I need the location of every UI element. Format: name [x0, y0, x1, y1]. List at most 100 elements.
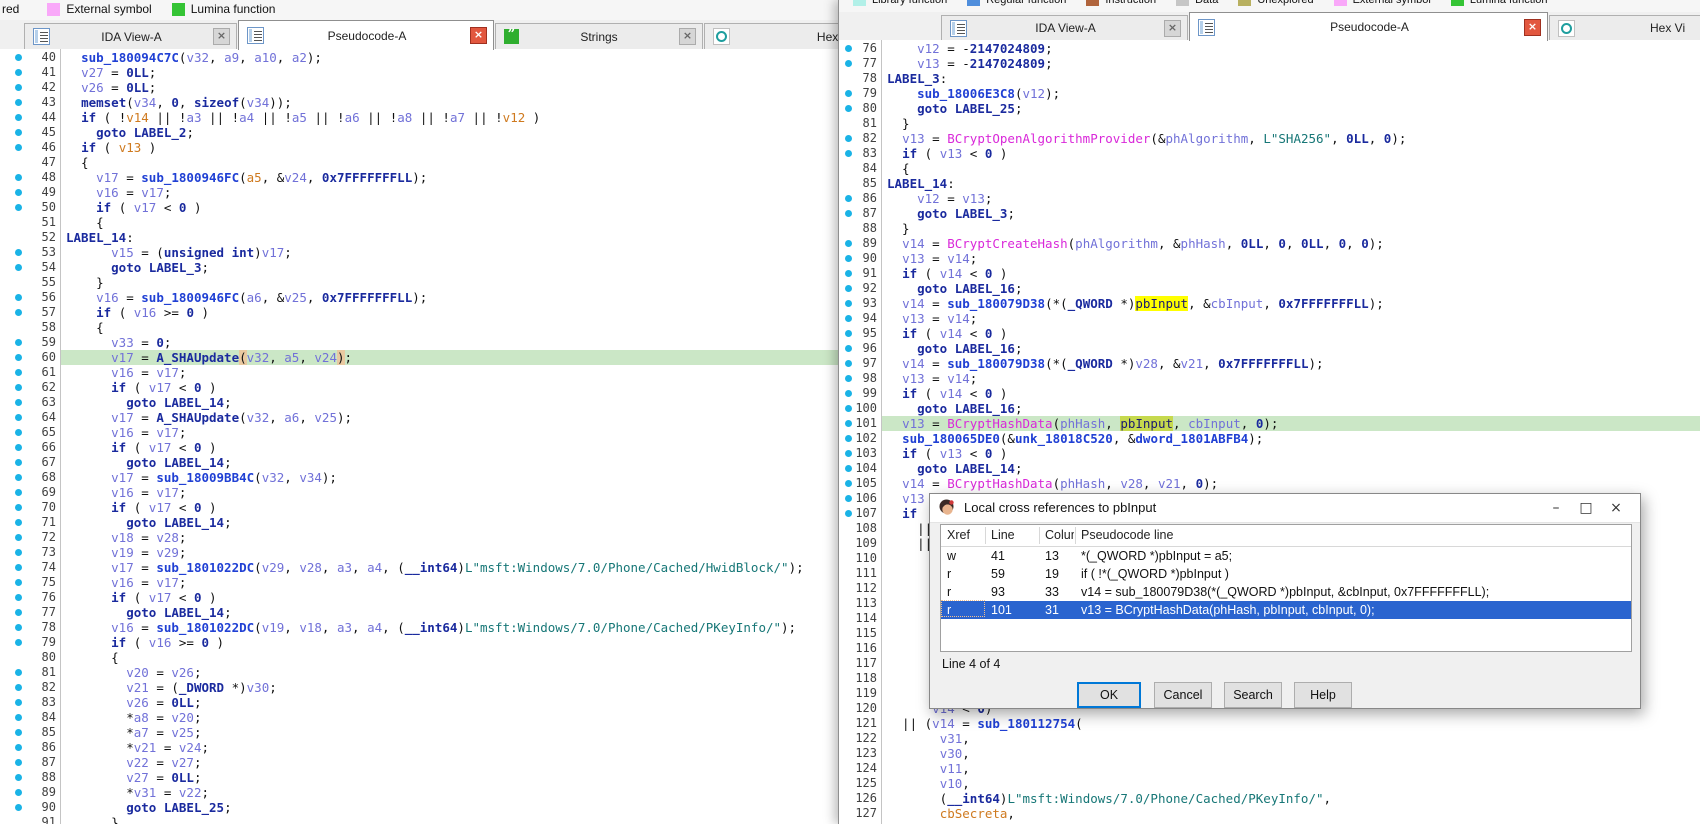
line-marker-dot-icon[interactable] — [15, 249, 22, 256]
line-marker-dot-icon[interactable] — [15, 534, 22, 541]
code-line[interactable]: 92 goto LABEL_16; — [839, 281, 1700, 296]
code-line[interactable]: 89 v14 = BCryptCreateHash(phAlgorithm, &… — [839, 236, 1700, 251]
code-text[interactable]: v26 = 0LL; — [66, 80, 156, 95]
code-text[interactable]: } — [887, 221, 910, 236]
code-text[interactable]: memset(v34, 0, sizeof(v34)); — [66, 95, 292, 110]
code-line[interactable]: 103 if ( v13 < 0 ) — [839, 446, 1700, 461]
code-text[interactable]: sub_18006E3C8(v12); — [887, 86, 1060, 101]
code-text[interactable]: cbSecreta, — [887, 806, 1015, 821]
code-line[interactable]: 51 { — [0, 215, 838, 230]
code-text[interactable]: if ( v14 < 0 ) — [887, 326, 1007, 341]
maximize-icon[interactable]: □ — [1575, 498, 1597, 518]
code-text[interactable]: if ( v16 >= 0 ) — [66, 305, 209, 320]
code-text[interactable]: v14 = BCryptCreateHash(phAlgorithm, &phH… — [887, 236, 1384, 251]
line-marker-dot-icon[interactable] — [15, 459, 22, 466]
line-marker-dot-icon[interactable] — [15, 114, 22, 121]
line-marker-dot-icon[interactable] — [15, 789, 22, 796]
tab-pseudocode-a[interactable]: Pseudocode-A× — [238, 20, 494, 50]
code-text[interactable]: *a7 = v25; — [66, 725, 201, 740]
search-button[interactable]: Search — [1224, 682, 1282, 708]
tab-hex-view-1[interactable]: Hex View-1 — [704, 23, 838, 49]
code-text[interactable]: if ( v17 < 0 ) — [66, 500, 217, 515]
code-text[interactable]: goto LABEL_14; — [66, 395, 232, 410]
line-marker-dot-icon[interactable] — [15, 369, 22, 376]
code-line[interactable]: 59 v33 = 0; — [0, 335, 838, 350]
code-text[interactable]: *a8 = v20; — [66, 710, 201, 725]
code-text[interactable]: v13 = v14; — [887, 251, 977, 266]
code-text[interactable]: v10, — [887, 776, 970, 791]
code-text[interactable]: v13 = v14; — [887, 311, 977, 326]
code-line[interactable]: 60 v17 = A_SHAUpdate(v32, a5, v24); — [0, 350, 838, 365]
code-line[interactable]: 55 } — [0, 275, 838, 290]
tab-strings[interactable]: ”Strings× — [495, 23, 703, 49]
tab-hex-vi[interactable]: Hex Vi — [1549, 15, 1700, 40]
code-text[interactable]: { — [66, 215, 104, 230]
code-text[interactable]: if ( v16 >= 0 ) — [66, 635, 224, 650]
code-text[interactable]: goto LABEL_14; — [66, 515, 232, 530]
code-text[interactable]: v16 = sub_1801022DC(v19, v18, a3, a4, (_… — [66, 620, 796, 635]
code-line[interactable]: 99 if ( v14 < 0 ) — [839, 386, 1700, 401]
code-text[interactable]: v12 = -2147024809; — [887, 41, 1053, 56]
code-line[interactable]: 40 sub_180094C7C(v32, a9, a10, a2); — [0, 50, 838, 65]
code-line[interactable]: 79 if ( v16 >= 0 ) — [0, 635, 838, 650]
code-text[interactable]: v11, — [887, 761, 970, 776]
code-line[interactable]: 78 v16 = sub_1801022DC(v19, v18, a3, a4,… — [0, 620, 838, 635]
code-line[interactable]: 102 sub_180065DE0(&unk_18018C520, &dword… — [839, 431, 1700, 446]
column-header-line[interactable]: Line — [991, 525, 1035, 546]
code-text[interactable]: goto LABEL_3; — [66, 260, 209, 275]
code-line[interactable]: 43 memset(v34, 0, sizeof(v34)); — [0, 95, 838, 110]
code-line[interactable]: 71 goto LABEL_14; — [0, 515, 838, 530]
line-marker-dot-icon[interactable] — [15, 699, 22, 706]
code-line[interactable]: 75 v16 = v17; — [0, 575, 838, 590]
code-line[interactable]: 77 goto LABEL_14; — [0, 605, 838, 620]
code-line[interactable]: 48 v17 = sub_1800946FC(a5, &v24, 0x7FFFF… — [0, 170, 838, 185]
code-text[interactable]: v16 = v17; — [66, 365, 186, 380]
code-text[interactable]: v13 = v14; — [887, 371, 977, 386]
code-text[interactable]: v14 = BCryptHashData(phHash, v28, v21, 0… — [887, 476, 1218, 491]
code-text[interactable]: goto LABEL_25; — [887, 101, 1023, 116]
line-marker-dot-icon[interactable] — [15, 474, 22, 481]
code-text[interactable]: } — [887, 116, 910, 131]
code-text[interactable]: goto LABEL_2; — [66, 125, 194, 140]
code-line[interactable]: 91 if ( v14 < 0 ) — [839, 266, 1700, 281]
code-text[interactable]: v27 = 0LL; — [66, 770, 201, 785]
code-line[interactable]: 104 goto LABEL_14; — [839, 461, 1700, 476]
code-text[interactable]: *v21 = v24; — [66, 740, 209, 755]
code-line[interactable]: 69 v16 = v17; — [0, 485, 838, 500]
code-text[interactable]: v22 = v27; — [66, 755, 201, 770]
code-line[interactable]: 54 goto LABEL_3; — [0, 260, 838, 275]
code-line[interactable]: 49 v16 = v17; — [0, 185, 838, 200]
minimize-icon[interactable]: – — [1545, 498, 1567, 518]
code-line[interactable]: 91 } — [0, 815, 838, 824]
code-text[interactable]: v13 — [887, 491, 925, 506]
line-marker-dot-icon[interactable] — [15, 129, 22, 136]
code-line[interactable]: 83 if ( v13 < 0 ) — [839, 146, 1700, 161]
line-marker-dot-icon[interactable] — [15, 729, 22, 736]
code-line[interactable]: 70 if ( v17 < 0 ) — [0, 500, 838, 515]
tab-ida-view-a[interactable]: IDA View-A× — [941, 15, 1188, 40]
code-line[interactable]: 86 *v21 = v24; — [0, 740, 838, 755]
line-marker-dot-icon[interactable] — [15, 759, 22, 766]
tab-close-icon[interactable]: × — [679, 28, 696, 45]
code-line[interactable]: 45 goto LABEL_2; — [0, 125, 838, 140]
code-text[interactable]: } — [66, 275, 104, 290]
code-text[interactable]: v20 = v26; — [66, 665, 201, 680]
line-marker-dot-icon[interactable] — [15, 714, 22, 721]
code-line[interactable]: 89 *v31 = v22; — [0, 785, 838, 800]
code-text[interactable]: v16 = v17; — [66, 185, 171, 200]
code-line[interactable]: 125 v10, — [839, 776, 1700, 791]
code-text[interactable]: { — [66, 155, 89, 170]
code-text[interactable]: goto LABEL_16; — [887, 341, 1023, 356]
code-text[interactable]: v21 = (_DWORD *)v30; — [66, 680, 277, 695]
code-text[interactable]: v17 = sub_18009BB4C(v32, v34); — [66, 470, 337, 485]
code-line[interactable]: 123 v30, — [839, 746, 1700, 761]
code-text[interactable]: v16 = v17; — [66, 425, 186, 440]
column-header-column[interactable]: Column — [1045, 525, 1074, 546]
line-marker-dot-icon[interactable] — [15, 414, 22, 421]
code-line[interactable]: 74 v17 = sub_1801022DC(v29, v28, a3, a4,… — [0, 560, 838, 575]
line-marker-dot-icon[interactable] — [15, 69, 22, 76]
code-text[interactable]: if ( v13 < 0 ) — [887, 446, 1007, 461]
code-line[interactable]: 81 } — [839, 116, 1700, 131]
code-line[interactable]: 61 v16 = v17; — [0, 365, 838, 380]
code-line[interactable]: 44 if ( !v14 || !a3 || !a4 || !a5 || !a6… — [0, 110, 838, 125]
